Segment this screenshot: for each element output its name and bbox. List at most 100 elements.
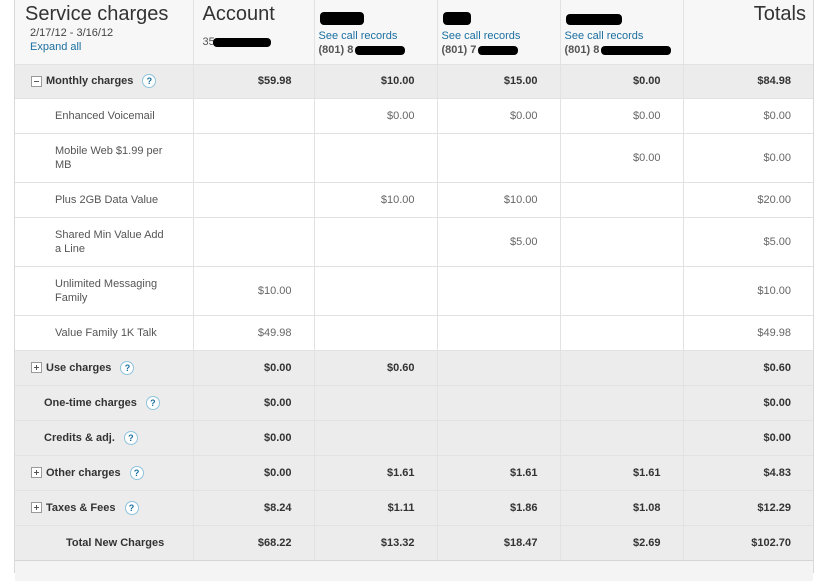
line-3-amount [560, 266, 684, 315]
charge-section-row[interactable]: Taxes & Fees? $8.24 $1.11 $1.86 $1.08 $12.29 [15, 490, 813, 525]
header-line-2: See call records (801) 7 [437, 0, 561, 64]
charge-detail-row: Value Family 1K Talk $49.98 $49.98 [15, 315, 813, 350]
total-amount: $0.00 [763, 109, 791, 122]
section-label: Use charges [46, 361, 112, 374]
row-label-cell: Taxes & Fees? [15, 490, 194, 525]
expand-icon[interactable] [31, 502, 42, 513]
line-2-amount: $5.00 [437, 217, 561, 266]
line-1-amount: $1.11 [314, 490, 438, 525]
line-3-amount [560, 182, 684, 217]
taxes-fees-header[interactable]: Taxes & Fees? [15, 500, 193, 515]
total-amount: $0.00 [763, 396, 791, 409]
total-row: Total New Charges $68.22 $13.32 $18.47 $2.69… [15, 525, 813, 560]
row-label-cell: Total New Charges [15, 525, 194, 560]
account-amount: $0.00 [193, 385, 315, 420]
help-icon[interactable]: ? [129, 465, 144, 480]
row-label-cell: Value Family 1K Talk [15, 315, 194, 350]
account-amount [193, 217, 315, 266]
expand-icon[interactable] [31, 362, 42, 373]
help-icon[interactable]: ? [120, 360, 135, 375]
total-amount: $10.00 [757, 284, 791, 297]
charge-section-row: Credits & adj.? $0.00 $0.00 [15, 420, 813, 455]
line-2-amount [437, 266, 561, 315]
line-1-amount: $1.61 [314, 455, 438, 490]
expand-all-link[interactable]: Expand all [30, 41, 193, 54]
line-2-call-records-link[interactable]: See call records [442, 30, 560, 43]
charge-detail-row: Unlimited Messaging Family $10.00 $10.00 [15, 266, 813, 315]
help-icon[interactable]: ? [124, 500, 139, 515]
row-label-cell: Monthly charges? [15, 64, 194, 98]
row-label-cell: Other charges? [15, 455, 194, 490]
header-line-1: See call records (801) 8 [314, 0, 438, 64]
charge-section-row[interactable]: Use charges? $0.00 $0.60 $0.60 [15, 350, 813, 385]
line-2-name [442, 12, 560, 26]
footer-strip [15, 560, 813, 581]
totals-title: Totals [753, 3, 806, 25]
line-3-amount [560, 350, 684, 385]
account-amount: $49.98 [193, 315, 315, 350]
total-amount: $102.70 [751, 536, 791, 549]
help-icon[interactable]: ? [142, 74, 157, 88]
line-1-call-records-link[interactable]: See call records [319, 30, 437, 43]
line-2-amount: $1.86 [437, 490, 561, 525]
row-label-cell: Shared Min Value Add a Line [15, 217, 194, 266]
row-label-cell: Enhanced Voicemail [15, 98, 194, 133]
line-3-phone: (801) 8 [565, 44, 683, 57]
line-2-amount [437, 420, 561, 455]
redacted-phone [601, 46, 672, 55]
section-label: Taxes & Fees [46, 501, 116, 514]
line-3-amount: $1.08 [560, 490, 684, 525]
total-amount: $49.98 [757, 326, 791, 339]
line-1-amount [314, 420, 438, 455]
help-icon[interactable]: ? [145, 395, 160, 410]
charges-table: Service charges 2/17/12 - 3/16/12 Expand… [15, 0, 813, 560]
total-amount: $5.00 [763, 235, 791, 248]
account-amount: $8.24 [193, 490, 315, 525]
charge-label: Value Family 1K Talk [55, 326, 157, 339]
line-1-amount [314, 315, 438, 350]
account-amount: $0.00 [193, 350, 315, 385]
header-line-3: See call records (801) 8 [560, 0, 684, 64]
line-3-call-records-link[interactable]: See call records [565, 30, 683, 43]
line-1-amount: $0.00 [314, 98, 438, 133]
expand-icon[interactable] [31, 467, 42, 478]
redacted-line-name [565, 14, 622, 25]
account-amount [193, 133, 315, 182]
total-amount: $4.83 [763, 466, 791, 479]
line-1-amount: $10.00 [314, 182, 438, 217]
use-charges-header[interactable]: Use charges? [15, 360, 193, 375]
line-2-amount [437, 350, 561, 385]
line-1-amount: $13.32 [314, 525, 438, 560]
charge-detail-row: Plus 2GB Data Value $10.00 $10.00 $20.00 [15, 182, 813, 217]
section-label: One-time charges [44, 396, 137, 409]
header-totals-col: Totals [683, 0, 813, 64]
charge-label: Plus 2GB Data Value [55, 193, 159, 206]
line-1-amount [314, 385, 438, 420]
line-3-amount: $1.61 [560, 455, 684, 490]
total-amount: $20.00 [757, 193, 791, 206]
row-label-cell: Mobile Web $1.99 per MB [15, 133, 194, 182]
table-header: Service charges 2/17/12 - 3/16/12 Expand… [15, 0, 813, 64]
line-1-name [319, 12, 437, 26]
line-2-amount: $10.00 [437, 182, 561, 217]
charge-detail-row: Shared Min Value Add a Line $5.00 $5.00 [15, 217, 813, 266]
redacted-account-number [212, 37, 271, 47]
account-amount: $0.00 [193, 420, 315, 455]
help-icon[interactable]: ? [123, 430, 138, 445]
charges-body: Monthly charges? $59.98 $10.00 $15.00 $0.00 $… [15, 64, 813, 560]
charge-section-row[interactable]: Monthly charges? $59.98 $10.00 $15.00 $0.00 $… [15, 64, 813, 98]
charge-label: Shared Min Value Add a Line [55, 228, 164, 255]
section-label: Credits & adj. [44, 431, 115, 444]
other-charges-header[interactable]: Other charges? [15, 465, 193, 480]
row-label-cell: Unlimited Messaging Family [15, 266, 194, 315]
account-title: Account [202, 3, 275, 25]
charge-section-row[interactable]: Other charges? $0.00 $1.61 $1.61 $1.61 $4.83 [15, 455, 813, 490]
redacted-line-name [442, 12, 471, 25]
charge-label: Enhanced Voicemail [55, 109, 155, 122]
collapse-icon[interactable] [31, 75, 42, 87]
total-amount: $0.00 [763, 151, 791, 164]
line-2-amount: $0.00 [437, 98, 561, 133]
line-2-phone-text: (801) 7 [441, 44, 477, 56]
monthly-charges-header[interactable]: Monthly charges? [15, 74, 193, 88]
line-3-amount [560, 217, 684, 266]
